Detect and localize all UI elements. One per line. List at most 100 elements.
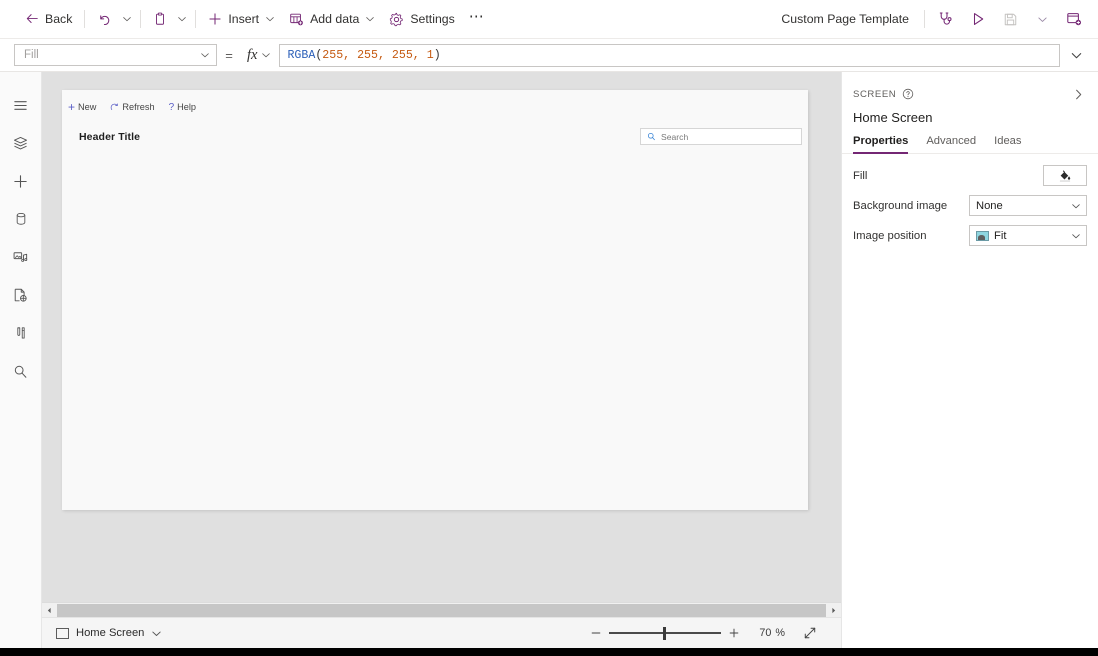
- database-table-icon: [289, 12, 304, 27]
- formula-arg-3: 255,: [392, 49, 420, 62]
- variables-icon: [13, 325, 29, 341]
- insert-button[interactable]: Insert: [201, 4, 282, 34]
- image-icon: [976, 231, 989, 241]
- sidebar-item-power-automate[interactable]: [0, 276, 42, 314]
- search-icon: [12, 363, 29, 380]
- plus-icon: [208, 12, 222, 26]
- preview-button[interactable]: [962, 4, 994, 34]
- chevron-down-icon: [1071, 231, 1081, 241]
- formula-arg-1: 255,: [322, 49, 350, 62]
- stethoscope-icon: [938, 11, 954, 27]
- back-button[interactable]: Back: [18, 4, 79, 34]
- question-icon: ?: [169, 102, 175, 113]
- scrollbar-thumb[interactable]: [57, 604, 826, 617]
- caret-right-icon: [830, 607, 837, 614]
- formula-arg-4: 1: [427, 49, 434, 62]
- horizontal-scrollbar[interactable]: [42, 602, 841, 617]
- collapse-panel-button[interactable]: [1068, 84, 1088, 104]
- save-button[interactable]: [994, 4, 1026, 34]
- sidebar-item-data[interactable]: [0, 200, 42, 238]
- sidebar-item-media[interactable]: [0, 238, 42, 276]
- publish-icon: [1066, 11, 1082, 27]
- undo-dropdown[interactable]: [119, 4, 135, 34]
- property-selector[interactable]: Fill: [14, 44, 217, 66]
- screen-selector-label: Home Screen: [76, 627, 144, 639]
- add-data-button[interactable]: Add data: [282, 4, 382, 34]
- scrollbar-track[interactable]: [57, 603, 826, 618]
- settings-button[interactable]: Settings: [382, 4, 461, 34]
- fit-to-screen-button[interactable]: [795, 621, 825, 645]
- fill-color-button[interactable]: [1043, 165, 1087, 186]
- canvas-help-button[interactable]: ? Help: [169, 102, 196, 113]
- image-position-dropdown[interactable]: Fit: [969, 225, 1087, 246]
- paste-button[interactable]: [146, 4, 174, 34]
- paste-dropdown[interactable]: [174, 4, 190, 34]
- screen-selector[interactable]: Home Screen: [56, 627, 162, 639]
- formula-input[interactable]: RGBA(255, 255, 255, 1): [279, 44, 1060, 67]
- divider: [195, 10, 196, 28]
- chevron-down-icon: [1037, 14, 1048, 25]
- app-template-name: Custom Page Template: [771, 12, 919, 26]
- sidebar-item-menu[interactable]: [0, 86, 42, 124]
- chevron-down-icon: [122, 14, 132, 24]
- plus-icon: [728, 627, 740, 639]
- background-image-dropdown[interactable]: None: [969, 195, 1087, 216]
- save-dropdown-button[interactable]: [1026, 4, 1058, 34]
- scroll-left-button[interactable]: [42, 603, 57, 618]
- canvas-new-button[interactable]: + New: [68, 101, 96, 113]
- chevron-down-icon: [365, 14, 375, 24]
- canvas-refresh-button[interactable]: Refresh: [110, 102, 154, 112]
- chevron-down-icon: [261, 50, 271, 60]
- caret-left-icon: [46, 607, 53, 614]
- zoom-out-button[interactable]: [583, 621, 609, 645]
- overflow-menu-button[interactable]: ⋯: [462, 4, 492, 34]
- sidebar-item-tree-view[interactable]: [0, 124, 42, 162]
- fx-button[interactable]: fx: [241, 44, 277, 66]
- tab-advanced-label: Advanced: [926, 135, 976, 147]
- tab-advanced[interactable]: Advanced: [926, 135, 985, 153]
- background-image-value-wrap: None: [976, 200, 1003, 212]
- plus-icon: [12, 173, 29, 190]
- left-rail: [0, 72, 42, 648]
- app-canvas-screen[interactable]: + New Refresh ? Help: [62, 90, 808, 510]
- tab-ideas[interactable]: Ideas: [994, 135, 1030, 153]
- property-row-image-position: Image position Fit: [853, 225, 1087, 246]
- formula-function-token: RGBA: [287, 49, 315, 62]
- chevron-right-icon: [1072, 88, 1085, 101]
- sidebar-item-search[interactable]: [0, 352, 42, 390]
- clipboard-icon: [153, 12, 167, 26]
- tab-properties[interactable]: Properties: [853, 135, 917, 153]
- zoom-slider[interactable]: [609, 621, 721, 645]
- canvas-search-placeholder: Search: [661, 132, 688, 142]
- sidebar-item-variables[interactable]: [0, 314, 42, 352]
- property-label-image-position: Image position: [853, 230, 926, 242]
- publish-button[interactable]: [1058, 4, 1090, 34]
- formula-bar-expand-button[interactable]: [1060, 41, 1092, 69]
- app-checker-button[interactable]: [930, 4, 962, 34]
- zoom-in-button[interactable]: [721, 621, 747, 645]
- properties-panel: SCREEN Home Screen Properties: [841, 72, 1098, 648]
- property-label-fill: Fill: [853, 170, 867, 182]
- back-label: Back: [45, 12, 72, 26]
- canvas-area[interactable]: + New Refresh ? Help: [42, 72, 841, 602]
- plus-icon: +: [68, 101, 75, 113]
- canvas-search-input[interactable]: Search: [640, 128, 802, 145]
- question-circle-icon[interactable]: [902, 88, 914, 100]
- main-body: + New Refresh ? Help: [0, 72, 1098, 648]
- selection-kind: SCREEN: [853, 88, 914, 100]
- canvas-refresh-label: Refresh: [122, 102, 154, 112]
- zoom-slider-thumb[interactable]: [663, 627, 666, 640]
- canvas-header-title: Header Title: [79, 131, 140, 143]
- chevron-down-icon: [151, 628, 162, 639]
- property-row-fill: Fill: [853, 165, 1087, 186]
- sidebar-item-insert[interactable]: [0, 162, 42, 200]
- database-icon: [13, 211, 29, 227]
- workspace: + New Refresh ? Help: [42, 72, 841, 648]
- divider: [140, 10, 141, 28]
- formula-open-paren: (: [315, 49, 322, 62]
- formula-arg-2: 255,: [357, 49, 385, 62]
- undo-button[interactable]: [90, 4, 119, 34]
- canvas-help-label: Help: [177, 102, 196, 112]
- chevron-down-icon: [1071, 201, 1081, 211]
- scroll-right-button[interactable]: [826, 603, 841, 618]
